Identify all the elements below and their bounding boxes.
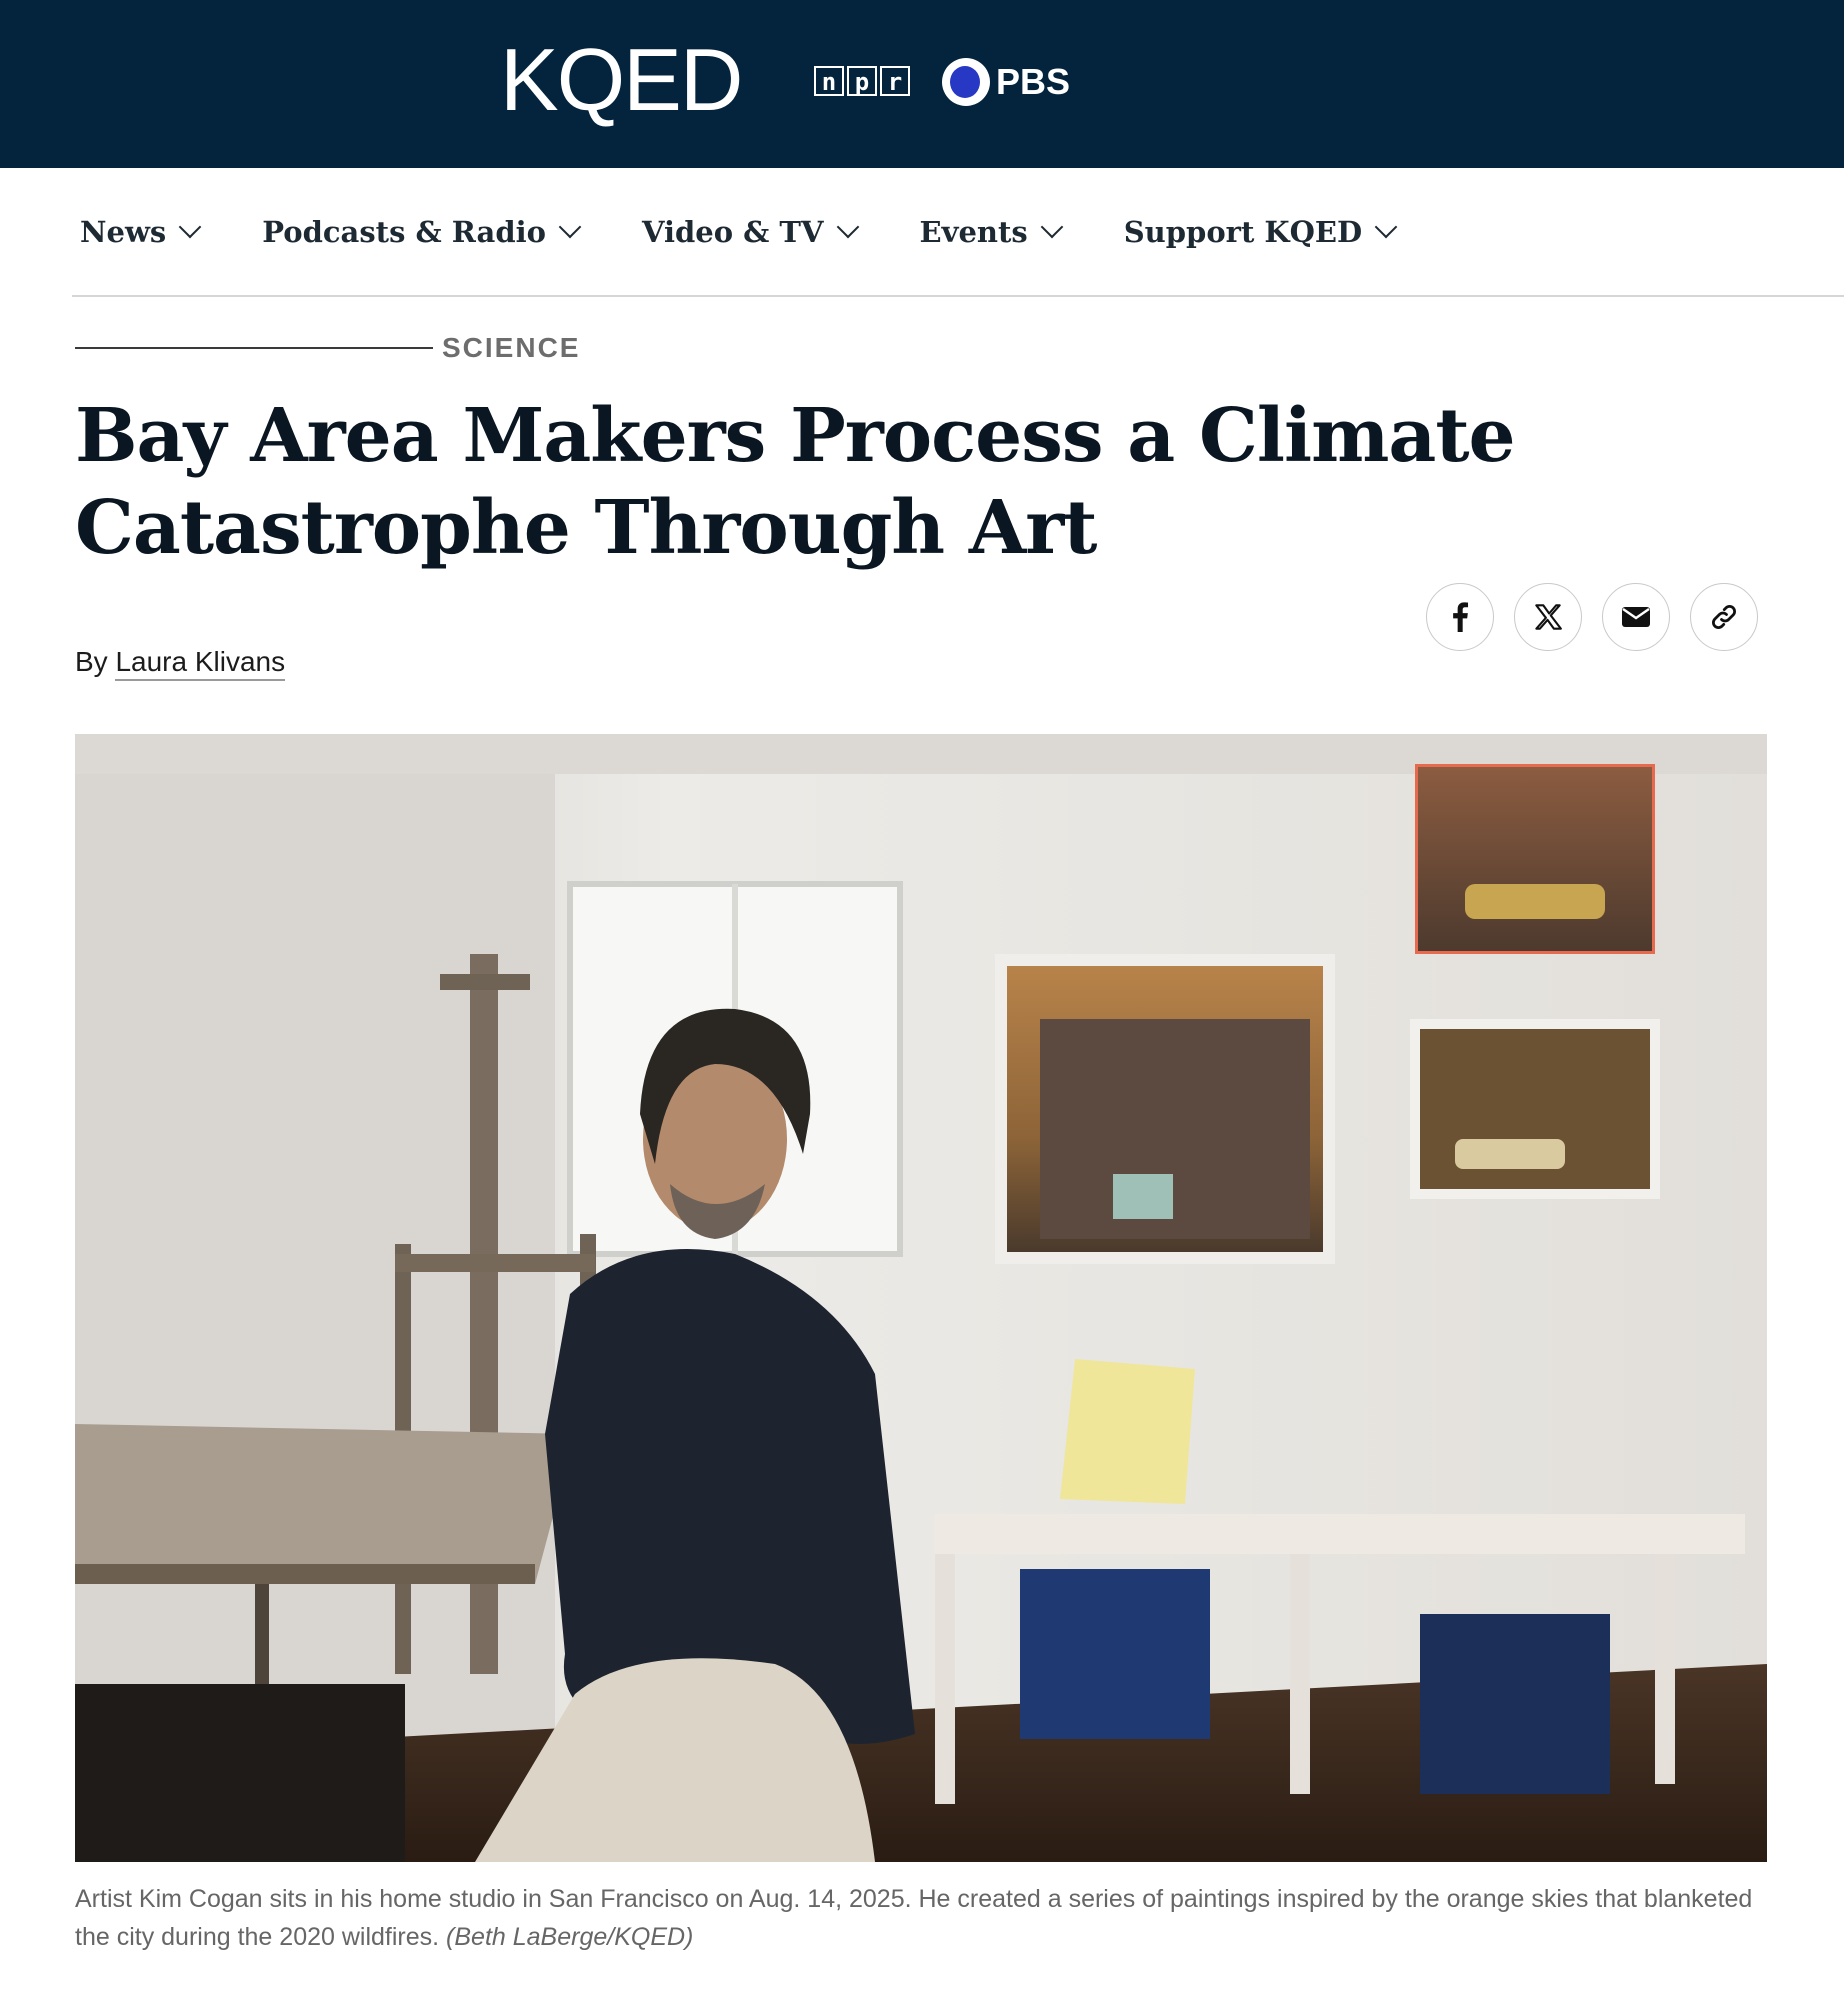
nav-item-label: Support KQED <box>1123 215 1363 249</box>
photo-caption: Artist Kim Cogan sits in his home studio… <box>75 1880 1775 1956</box>
kqed-logo[interactable]: KQED <box>500 36 743 124</box>
link-icon <box>1712 605 1736 629</box>
byline-prefix: By <box>75 646 108 677</box>
nav-item-podcasts-radio[interactable]: Podcasts & Radio <box>254 215 586 249</box>
chevron-down-icon <box>558 215 582 239</box>
section-rule <box>75 347 433 349</box>
facebook-icon <box>1453 602 1469 632</box>
nav-item-label: News <box>80 215 167 249</box>
nav-item-label: Podcasts & Radio <box>262 215 546 249</box>
brand-bar: KQED n p r PBS <box>0 0 1844 168</box>
chevron-down-icon <box>1040 215 1064 239</box>
article-headline: Bay Area Makers Process a Climate Catast… <box>75 393 1516 571</box>
chevron-down-icon <box>178 215 202 239</box>
nav-item-events[interactable]: Events <box>912 215 1068 249</box>
nav-item-news[interactable]: News <box>72 215 206 249</box>
nav-item-video-tv[interactable]: Video & TV <box>634 215 864 249</box>
npr-letter: p <box>847 66 877 96</box>
npr-letter: n <box>814 66 844 96</box>
pbs-text: PBS <box>996 61 1071 102</box>
nav-divider <box>72 295 1844 297</box>
section-label[interactable]: SCIENCE <box>442 332 580 364</box>
author-link[interactable]: Laura Klivans <box>115 646 286 681</box>
email-share-button[interactable] <box>1602 583 1670 651</box>
nav-item-support-kqed[interactable]: Support KQED <box>1116 215 1402 249</box>
chevron-down-icon <box>836 215 859 239</box>
x-icon <box>1535 604 1562 630</box>
npr-letter: r <box>880 66 910 96</box>
photo-credit: (Beth LaBerge/KQED) <box>446 1923 694 1951</box>
byline: By Laura Klivans <box>75 646 286 681</box>
share-buttons <box>1426 583 1758 651</box>
studio-photo-illustration <box>75 734 1767 1862</box>
email-icon <box>1622 607 1650 627</box>
nav-item-label: Events <box>919 215 1028 249</box>
pbs-logo[interactable]: PBS <box>942 58 1070 106</box>
caption-text: Artist Kim Cogan sits in his home studio… <box>75 1885 1753 1951</box>
copy-link-button[interactable] <box>1690 583 1758 651</box>
chevron-down-icon <box>1374 215 1398 239</box>
x-share-button[interactable] <box>1514 583 1582 651</box>
facebook-share-button[interactable] <box>1426 583 1494 651</box>
nav-item-label: Video & TV <box>641 215 824 249</box>
hero-photo <box>75 734 1767 1862</box>
npr-logo[interactable]: n p r <box>814 66 910 96</box>
pbs-head-icon <box>942 58 990 106</box>
main-nav: News Podcasts & Radio Video & TV Events … <box>72 168 1450 296</box>
